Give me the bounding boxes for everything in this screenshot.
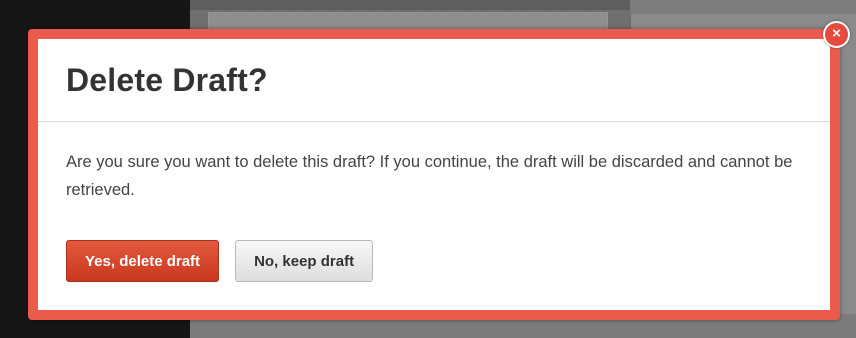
delete-draft-dialog-frame: Delete Draft? Are you sure you want to d… <box>28 29 840 320</box>
dialog-message: Are you sure you want to delete this dra… <box>66 153 793 199</box>
dialog-actions: Yes, delete draft No, keep draft <box>66 240 374 282</box>
dialog-header: Delete Draft? <box>38 39 830 122</box>
confirm-delete-button[interactable]: Yes, delete draft <box>66 240 220 282</box>
close-icon[interactable]: × <box>823 21 850 48</box>
keep-draft-button[interactable]: No, keep draft <box>235 240 374 282</box>
background-top-strip <box>190 0 630 10</box>
delete-draft-dialog: Delete Draft? Are you sure you want to d… <box>38 39 830 310</box>
dialog-title: Delete Draft? <box>66 61 268 98</box>
